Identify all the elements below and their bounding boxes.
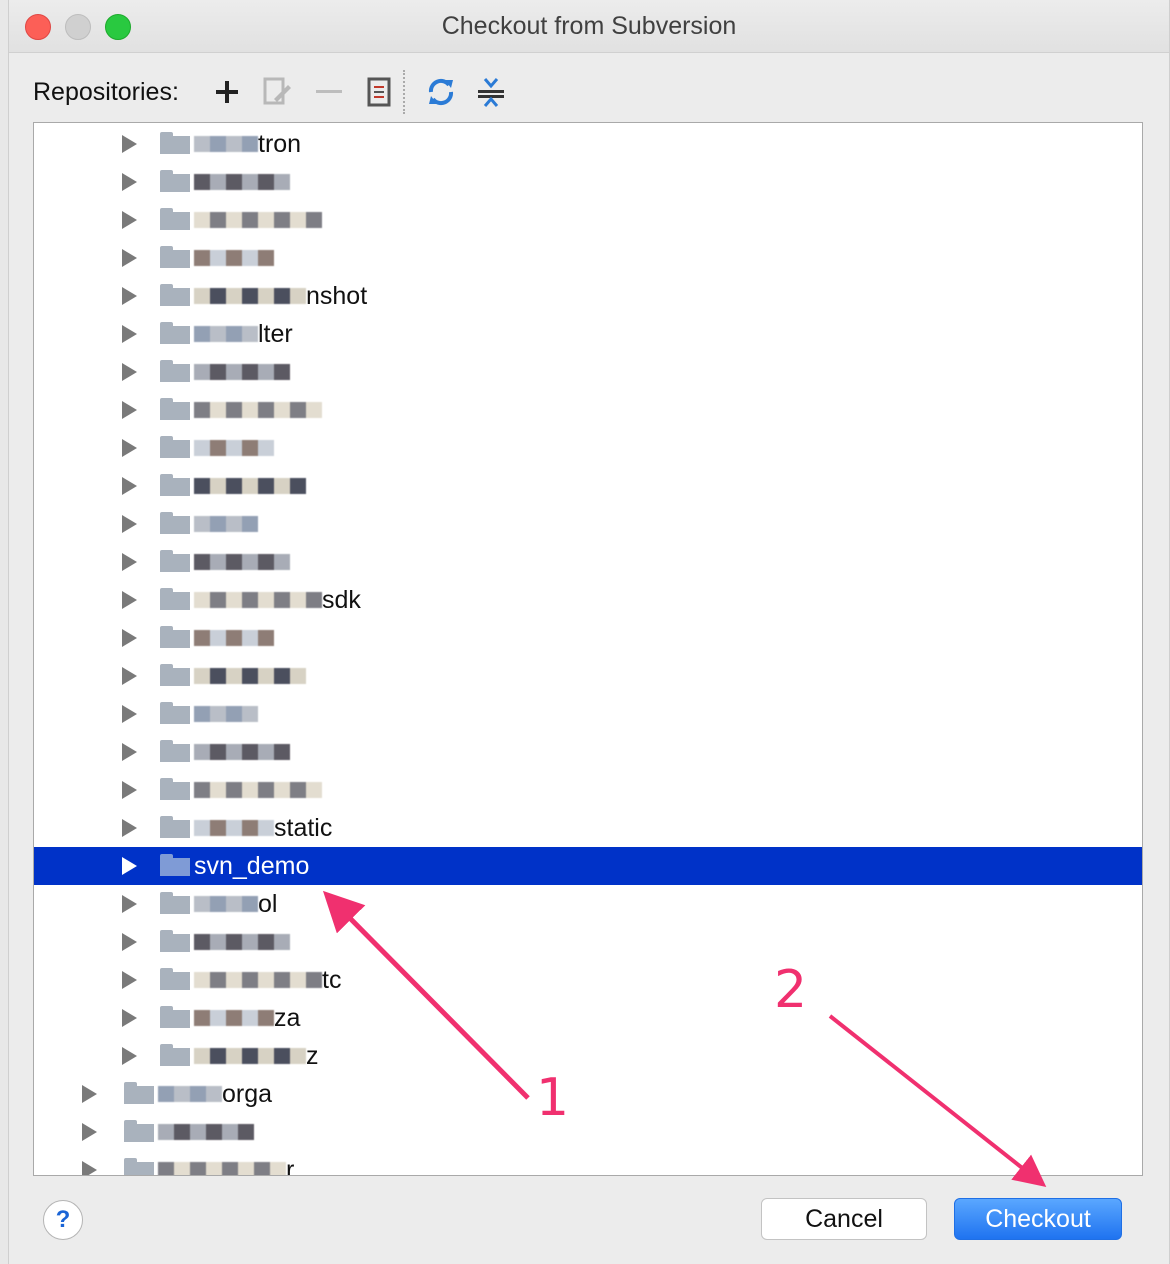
annotation-arrows xyxy=(322,890,1047,1187)
annotation-number-one: 1 xyxy=(536,1068,570,1128)
annotation-number-two: 2 xyxy=(774,960,808,1020)
